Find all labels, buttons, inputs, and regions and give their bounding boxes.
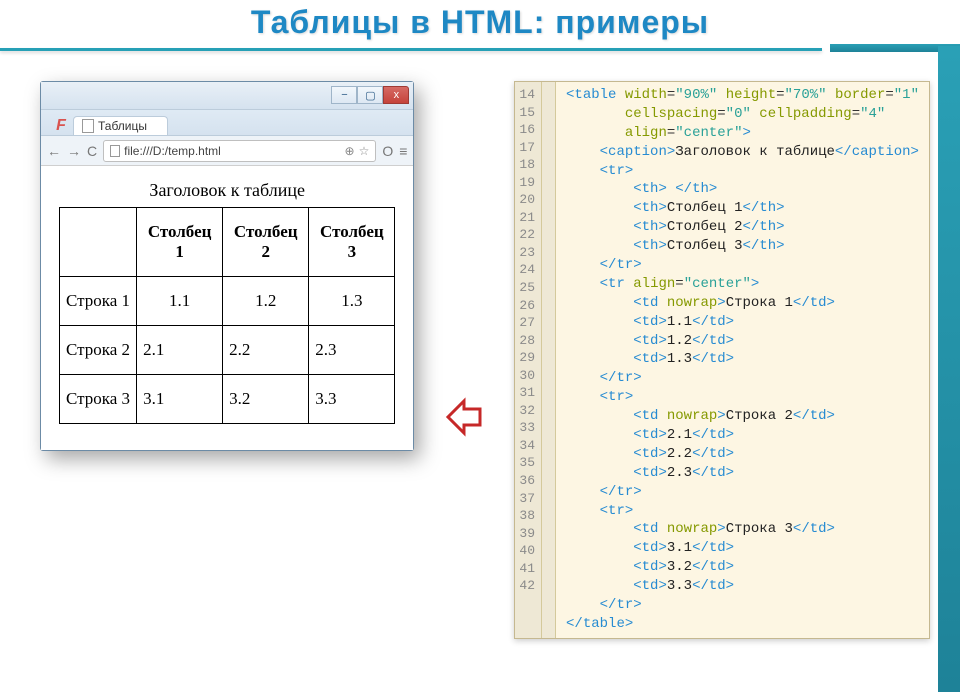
- line-number-gutter: 1415161718192021222324252627282930313233…: [515, 82, 542, 638]
- fold-column: [542, 82, 556, 638]
- reload-button[interactable]: C: [87, 143, 97, 159]
- line-number: 25: [519, 279, 535, 297]
- row-label: Строка 2: [60, 326, 137, 375]
- table-cell: 1.2: [223, 277, 309, 326]
- table-cell: 2.2: [223, 326, 309, 375]
- slide-title: Таблицы в HTML: примеры: [0, 0, 960, 51]
- title-underline: [0, 48, 822, 51]
- page-icon: [82, 119, 94, 133]
- code-editor: 1415161718192021222324252627282930313233…: [514, 81, 930, 639]
- opera-icon[interactable]: O: [382, 143, 393, 159]
- table-cell: 2.1: [137, 326, 223, 375]
- column-header: Столбец 1: [137, 208, 223, 277]
- line-number: 28: [519, 332, 535, 350]
- line-number: 19: [519, 174, 535, 192]
- column-header: [60, 208, 137, 277]
- row-label: Строка 1: [60, 277, 137, 326]
- line-number: 30: [519, 367, 535, 385]
- table-row: Строка 22.12.22.3: [60, 326, 395, 375]
- line-number: 29: [519, 349, 535, 367]
- line-number: 17: [519, 139, 535, 157]
- line-number: 31: [519, 384, 535, 402]
- line-number: 41: [519, 560, 535, 578]
- code-body: <table width="90%" height="70%" border="…: [556, 82, 929, 638]
- line-number: 14: [519, 86, 535, 104]
- line-number: 15: [519, 104, 535, 122]
- back-button[interactable]: ←: [47, 143, 61, 159]
- url-text: file:///D:/temp.html: [124, 144, 221, 158]
- window-close-button[interactable]: x: [383, 86, 409, 104]
- line-number: 34: [519, 437, 535, 455]
- line-number: 20: [519, 191, 535, 209]
- table-cell: 3.1: [137, 375, 223, 424]
- line-number: 40: [519, 542, 535, 560]
- line-number: 18: [519, 156, 535, 174]
- window-minimize-button[interactable]: −: [331, 86, 357, 104]
- table-row: Строка 11.11.21.3: [60, 277, 395, 326]
- toolbar: ← → C file:///D:/temp.html ⊕ ☆ O ≡: [41, 136, 413, 166]
- menu-icon[interactable]: ≡: [399, 143, 407, 159]
- line-number: 32: [519, 402, 535, 420]
- table-cell: 1.3: [309, 277, 395, 326]
- line-number: 33: [519, 419, 535, 437]
- table-row: Строка 33.13.23.3: [60, 375, 395, 424]
- zoom-icon[interactable]: ⊕: [345, 144, 355, 158]
- table-cell: 2.3: [309, 326, 395, 375]
- line-number: 21: [519, 209, 535, 227]
- line-number: 16: [519, 121, 535, 139]
- line-number: 39: [519, 525, 535, 543]
- bookmark-star-icon[interactable]: ☆: [359, 144, 370, 158]
- corner-right-deco: [938, 46, 960, 692]
- line-number: 24: [519, 261, 535, 279]
- line-number: 37: [519, 490, 535, 508]
- column-header: Столбец 2: [223, 208, 309, 277]
- table-cell: 1.1: [137, 277, 223, 326]
- table-cell: 3.2: [223, 375, 309, 424]
- tab-label: Таблицы: [98, 119, 147, 133]
- document-icon: [110, 145, 120, 157]
- line-number: 23: [519, 244, 535, 262]
- table-cell: 3.3: [309, 375, 395, 424]
- line-number: 22: [519, 226, 535, 244]
- arrow-left-icon: [444, 397, 484, 442]
- row-label: Строка 3: [60, 375, 137, 424]
- example-table: Столбец 1Столбец 2Столбец 3 Строка 11.11…: [59, 207, 395, 424]
- rendered-page: Заголовок к таблице Столбец 1Столбец 2Ст…: [41, 166, 413, 450]
- tab-strip: F Таблицы: [41, 110, 413, 136]
- line-number: 26: [519, 297, 535, 315]
- table-caption: Заголовок к таблице: [59, 180, 395, 201]
- browser-tab[interactable]: Таблицы: [73, 116, 168, 135]
- address-bar[interactable]: file:///D:/temp.html ⊕ ☆: [103, 140, 376, 162]
- forward-button[interactable]: →: [67, 143, 81, 159]
- browser-logo-icon: F: [49, 117, 73, 135]
- line-number: 27: [519, 314, 535, 332]
- line-number: 35: [519, 454, 535, 472]
- line-number: 38: [519, 507, 535, 525]
- line-number: 42: [519, 577, 535, 595]
- window-titlebar: − ▢ x: [41, 82, 413, 110]
- window-maximize-button[interactable]: ▢: [357, 86, 383, 104]
- line-number: 36: [519, 472, 535, 490]
- browser-window: − ▢ x F Таблицы ← → C file:///D:/temp.ht…: [40, 81, 414, 451]
- column-header: Столбец 3: [309, 208, 395, 277]
